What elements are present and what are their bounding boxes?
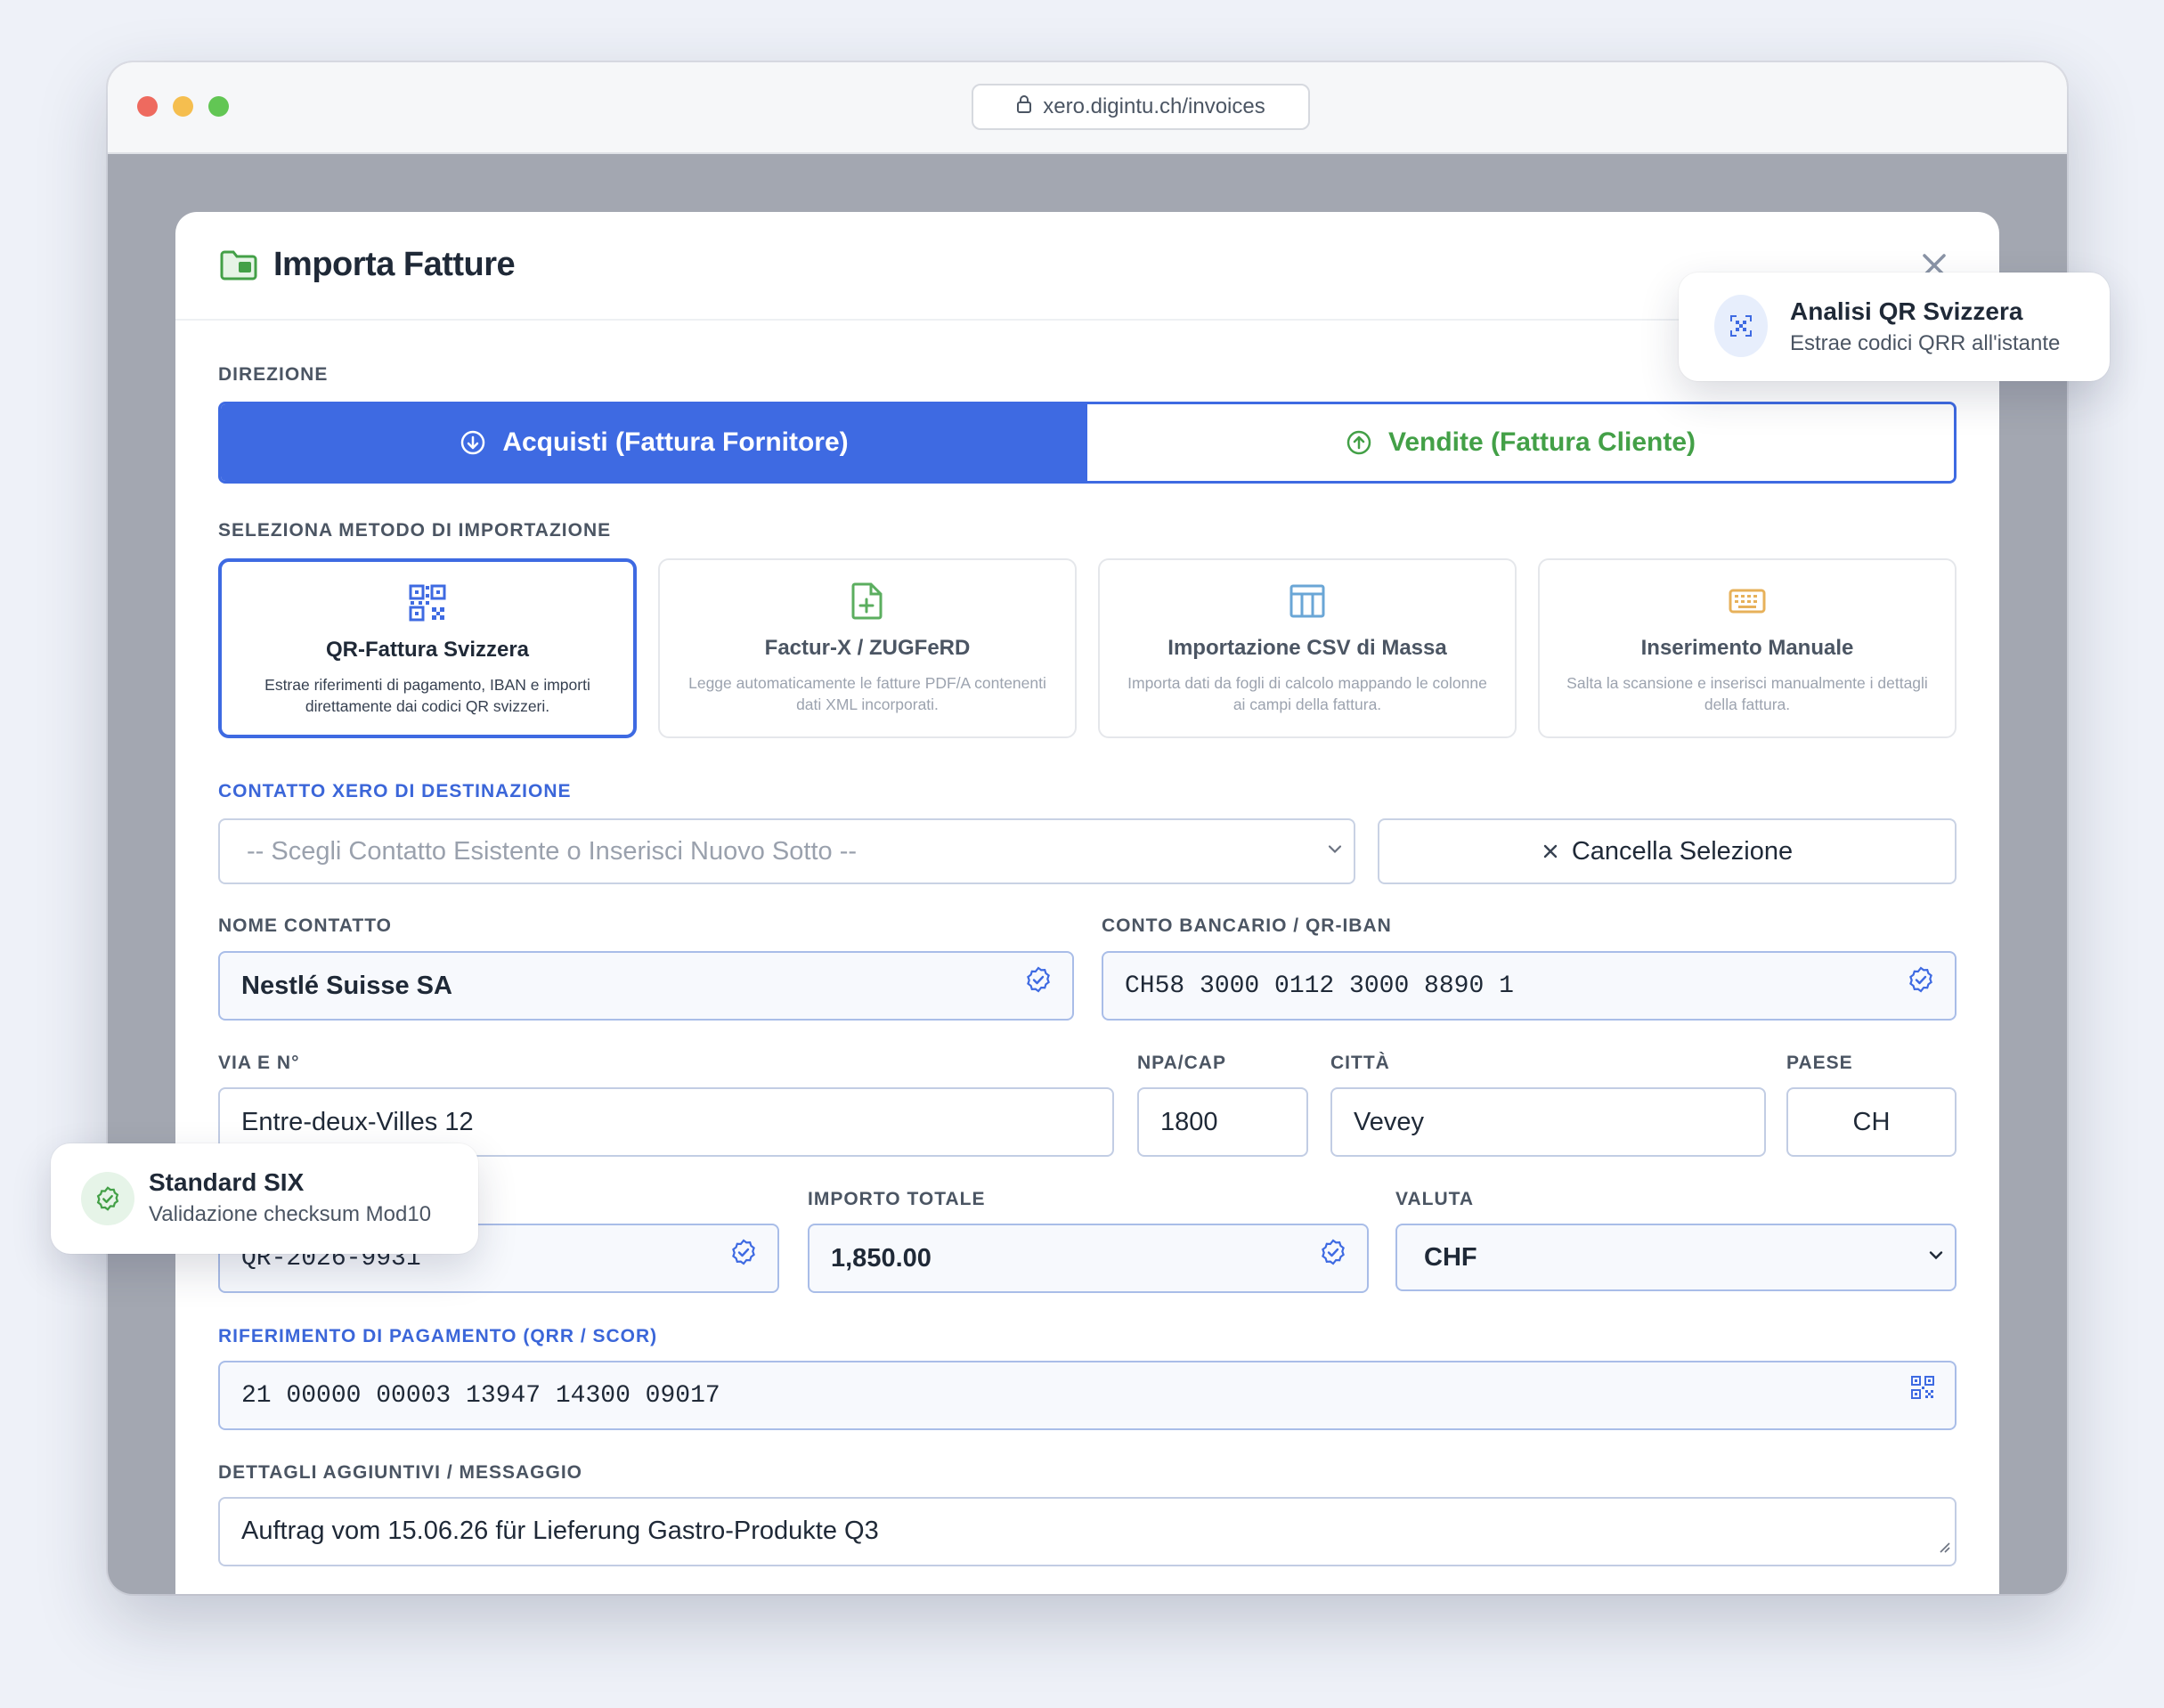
- total-amount-value: 1,850.00: [831, 1243, 931, 1273]
- verified-badge-icon: [81, 1172, 134, 1225]
- country-input[interactable]: CH: [1786, 1087, 1957, 1157]
- total-amount-label: IMPORTO TOTALE: [808, 1189, 986, 1209]
- method-description: Legge automaticamente le fatture PDF/A c…: [688, 674, 1046, 713]
- city-value: Vevey: [1354, 1107, 1424, 1136]
- method-description: Salta la scansione e inserisci manualmen…: [1566, 674, 1928, 713]
- sales-direction-label: Vendite (Fattura Cliente): [1387, 427, 1696, 457]
- verified-badge-icon: [1907, 965, 1935, 1002]
- contact-name-label: NOME CONTATTO: [218, 915, 392, 936]
- close-icon: [1543, 844, 1558, 858]
- chevron-down-icon: [1926, 1243, 1946, 1273]
- close-window-button[interactable]: [137, 96, 158, 117]
- contact-name-input[interactable]: Nestlé Suisse SA: [218, 951, 1074, 1021]
- import-method-label: SELEZIONA METODO DI IMPORTAZIONE: [218, 520, 612, 541]
- method-card-csv[interactable]: Importazione CSV di Massa Importa dati d…: [1098, 558, 1517, 738]
- six-standard-toast: Standard SIX Validazione checksum Mod10: [51, 1143, 478, 1254]
- city-label: CITTÀ: [1330, 1053, 1390, 1073]
- destination-contact-label: CONTATTO XERO DI DESTINAZIONE: [218, 781, 572, 801]
- method-description: Estrae riferimenti di pagamento, IBAN e …: [264, 676, 590, 715]
- city-input[interactable]: Vevey: [1330, 1087, 1766, 1157]
- minimize-window-button[interactable]: [173, 96, 193, 117]
- folder-icon: [219, 249, 258, 286]
- six-toast-title: Standard SIX: [149, 1168, 305, 1196]
- keyboard-icon: [1540, 582, 1955, 621]
- contact-select[interactable]: -- Scegli Contatto Esistente o Inserisci…: [218, 818, 1355, 884]
- iban-input[interactable]: CH58 3000 0112 3000 8890 1: [1102, 951, 1957, 1021]
- payment-reference-value: 21 00000 00003 13947 14300 09017: [241, 1381, 720, 1410]
- payment-reference-input[interactable]: 21 00000 00003 13947 14300 09017: [218, 1361, 1957, 1430]
- qr-code-icon: [222, 583, 633, 622]
- zip-input[interactable]: 1800: [1137, 1087, 1308, 1157]
- method-card-manual[interactable]: Inserimento Manuale Salta la scansione e…: [1538, 558, 1957, 738]
- purchase-direction-button[interactable]: Acquisti (Fattura Fornitore): [221, 404, 1087, 481]
- contact-name-value: Nestlé Suisse SA: [241, 971, 452, 1000]
- qr-code-icon[interactable]: [1910, 1375, 1935, 1408]
- arrow-up-circle-icon: [1346, 430, 1371, 455]
- payment-reference-label: RIFERIMENTO DI PAGAMENTO (QRR / SCOR): [218, 1326, 658, 1346]
- additional-details-textarea[interactable]: Auftrag vom 15.06.26 für Lieferung Gastr…: [218, 1497, 1957, 1566]
- browser-titlebar: xero.digintu.ch/invoices: [108, 62, 2067, 154]
- resize-handle-icon[interactable]: [1937, 1532, 1951, 1561]
- street-label: VIA E N°: [218, 1053, 300, 1073]
- method-title: Inserimento Manuale: [1640, 636, 1854, 660]
- chevron-down-icon: [1325, 837, 1345, 866]
- iban-value: CH58 3000 0112 3000 8890 1: [1125, 972, 1514, 1000]
- additional-details-label: DETTAGLI AGGIUNTIVI / MESSAGGIO: [218, 1462, 583, 1483]
- sales-direction-button[interactable]: Vendite (Fattura Cliente): [1087, 404, 1954, 481]
- import-invoices-modal: Importa Fatture DIREZIONE Acquisti (Fatt…: [175, 212, 1999, 1594]
- purchase-direction-label: Acquisti (Fattura Fornitore): [502, 427, 849, 457]
- verified-badge-icon: [1024, 965, 1053, 1001]
- arrow-down-circle-icon: [461, 430, 485, 455]
- method-card-facturx[interactable]: Factur-X / ZUGFeRD Legge automaticamente…: [658, 558, 1077, 738]
- verified-badge-icon: [1319, 1238, 1347, 1273]
- country-value: CH: [1852, 1107, 1891, 1136]
- method-title: QR-Fattura Svizzera: [325, 638, 530, 662]
- method-title: Importazione CSV di Massa: [1167, 636, 1447, 660]
- verified-badge-icon: [729, 1238, 758, 1274]
- clear-selection-label: Cancella Selezione: [1571, 836, 1794, 866]
- qr-toast-title: Analisi QR Svizzera: [1790, 297, 2023, 325]
- qr-analysis-toast: Analisi QR Svizzera Estrae codici QRR al…: [1679, 272, 2110, 381]
- contact-select-placeholder: -- Scegli Contatto Esistente o Inserisci…: [247, 836, 858, 866]
- currency-select[interactable]: CHF: [1395, 1224, 1957, 1291]
- clear-selection-button[interactable]: Cancella Selezione: [1378, 818, 1957, 884]
- method-description: Importa dati da fogli di calcolo mappand…: [1127, 674, 1487, 713]
- maximize-window-button[interactable]: [208, 96, 229, 117]
- method-card-qr[interactable]: QR-Fattura Svizzera Estrae riferimenti d…: [218, 558, 637, 738]
- currency-label: VALUTA: [1395, 1189, 1475, 1209]
- zip-label: NPA/CAP: [1137, 1053, 1226, 1073]
- additional-details-value: Auftrag vom 15.06.26 für Lieferung Gastr…: [241, 1517, 879, 1545]
- zip-value: 1800: [1160, 1107, 1218, 1136]
- modal-title: Importa Fatture: [273, 246, 516, 283]
- lock-icon: [1016, 94, 1032, 120]
- street-value: Entre-deux-Villes 12: [241, 1107, 474, 1136]
- currency-value: CHF: [1424, 1242, 1477, 1272]
- file-plus-icon: [660, 582, 1075, 621]
- method-title: Factur-X / ZUGFeRD: [764, 636, 971, 660]
- url-text: xero.digintu.ch/invoices: [1043, 94, 1265, 118]
- direction-toggle: Acquisti (Fattura Fornitore) Vendite (Fa…: [218, 402, 1957, 484]
- qr-toast-subtitle: Estrae codici QRR all'istante: [1790, 331, 2061, 355]
- address-bar[interactable]: xero.digintu.ch/invoices: [972, 84, 1310, 130]
- bank-account-label: CONTO BANCARIO / QR-IBAN: [1102, 915, 1392, 936]
- six-toast-subtitle: Validazione checksum Mod10: [149, 1202, 432, 1226]
- country-label: PAESE: [1786, 1053, 1853, 1073]
- table-icon: [1100, 582, 1515, 621]
- direction-label: DIREZIONE: [218, 364, 329, 385]
- total-amount-input[interactable]: 1,850.00: [808, 1224, 1369, 1293]
- qr-scan-icon: [1714, 295, 1768, 357]
